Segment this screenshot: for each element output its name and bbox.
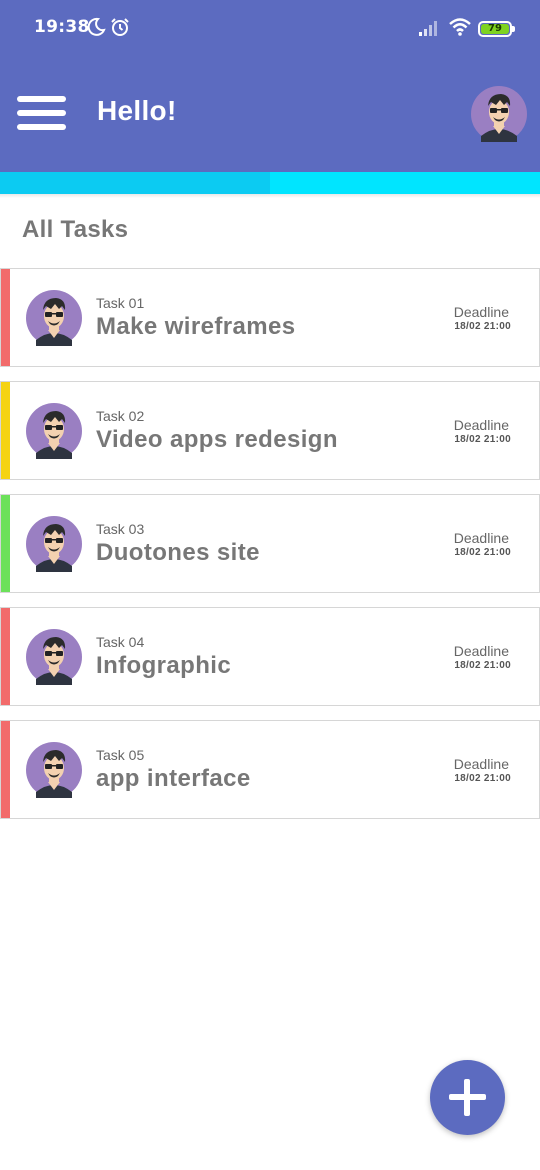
task-card-1[interactable]: Task 01 Make wireframes Deadline 18/02 2… <box>0 268 540 367</box>
greeting-title: Hello! <box>97 95 177 126</box>
moon-icon <box>87 17 106 36</box>
deadline-value: 18/02 21:00 <box>454 660 511 671</box>
task-number: Task 02 <box>96 408 145 424</box>
status-time: 19:38 <box>34 17 90 37</box>
wifi-icon <box>449 18 471 36</box>
task-title: Make wireframes <box>96 313 296 340</box>
deadline-value: 18/02 21:00 <box>454 773 511 784</box>
task-priority-bar <box>1 608 10 705</box>
progress-bar <box>0 172 540 194</box>
signal-icon <box>419 21 437 36</box>
task-title: app interface <box>96 765 251 792</box>
task-card-3[interactable]: Task 03 Duotones site Deadline 18/02 21:… <box>0 494 540 593</box>
deadline-value: 18/02 21:00 <box>454 321 511 332</box>
deadline-value: 18/02 21:00 <box>454 547 511 558</box>
add-task-button[interactable] <box>430 1060 505 1135</box>
task-list: Task 01 Make wireframes Deadline 18/02 2… <box>0 268 540 833</box>
task-number: Task 01 <box>96 295 145 311</box>
task-avatar <box>26 742 82 798</box>
app-bar: 19:38 79 Hello! <box>0 0 540 172</box>
task-number: Task 03 <box>96 521 145 537</box>
battery-level: 79 <box>481 24 509 34</box>
progress-fill <box>0 172 270 194</box>
task-card-2[interactable]: Task 02 Video apps redesign Deadline 18/… <box>0 381 540 480</box>
deadline-value: 18/02 21:00 <box>454 434 511 445</box>
task-number: Task 04 <box>96 634 145 650</box>
task-priority-bar <box>1 382 10 479</box>
deadline-label: Deadline <box>453 530 509 546</box>
task-avatar <box>26 629 82 685</box>
task-number: Task 05 <box>96 747 145 763</box>
task-card-5[interactable]: Task 05 app interface Deadline 18/02 21:… <box>0 720 540 819</box>
battery-icon: 79 <box>478 21 515 37</box>
task-title: Duotones site <box>96 539 260 566</box>
task-avatar <box>26 290 82 346</box>
task-avatar <box>26 403 82 459</box>
task-priority-bar <box>1 269 10 366</box>
user-avatar[interactable] <box>471 86 527 142</box>
task-title: Infographic <box>96 652 232 679</box>
hamburger-menu-icon[interactable] <box>17 96 66 132</box>
deadline-label: Deadline <box>453 643 509 659</box>
status-bar: 19:38 79 <box>0 0 540 58</box>
task-title: Video apps redesign <box>96 426 338 453</box>
task-card-4[interactable]: Task 04 Infographic Deadline 18/02 21:00 <box>0 607 540 706</box>
deadline-label: Deadline <box>453 304 509 320</box>
deadline-label: Deadline <box>453 417 509 433</box>
task-priority-bar <box>1 495 10 592</box>
task-priority-bar <box>1 721 10 818</box>
task-avatar <box>26 516 82 572</box>
section-title: All Tasks <box>22 216 129 243</box>
alarm-icon <box>111 18 129 36</box>
deadline-label: Deadline <box>453 756 509 772</box>
